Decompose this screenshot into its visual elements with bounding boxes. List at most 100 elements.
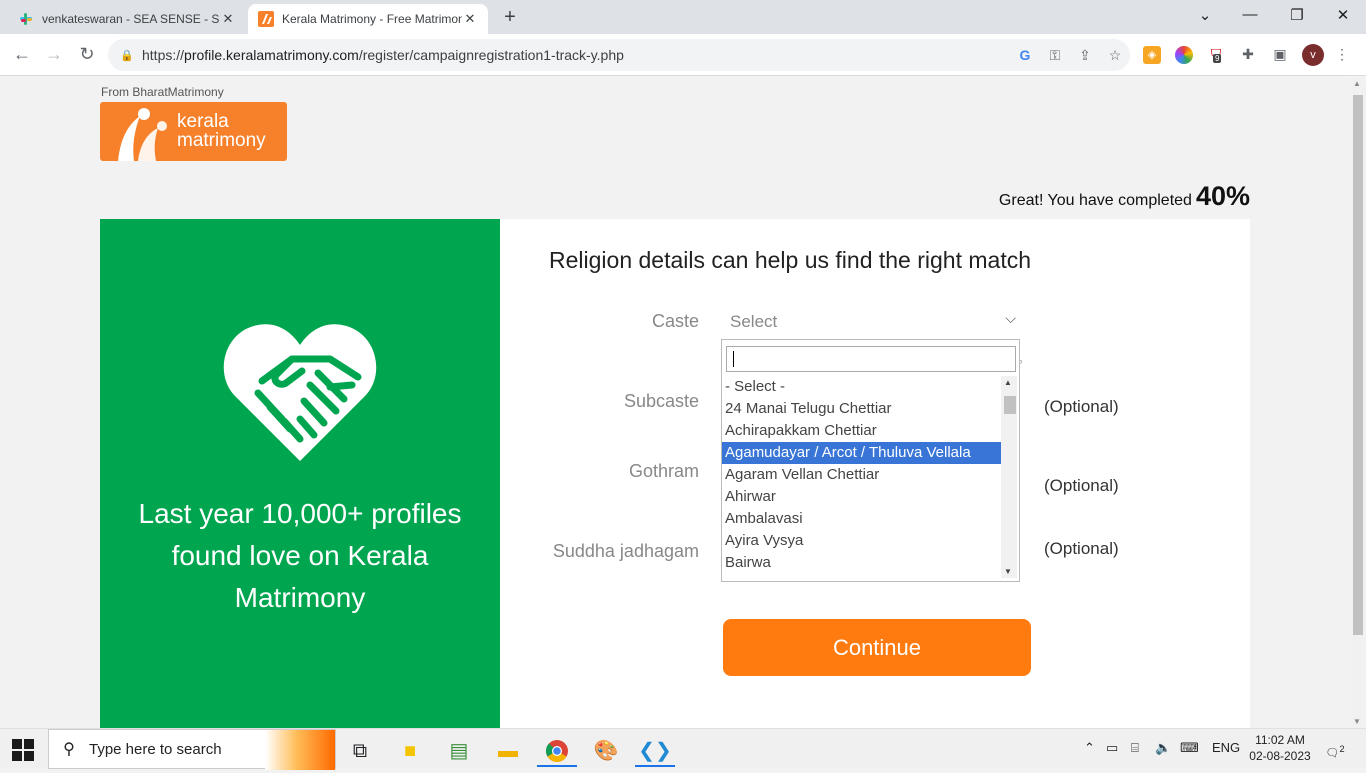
subcaste-label: Subcaste — [623, 391, 699, 411]
notification-center-icon[interactable]: 🗨2 — [1324, 739, 1346, 760]
continue-button[interactable]: Continue — [723, 619, 1031, 676]
promo-panel: Last year 10,000+ profiles found love on… — [100, 219, 500, 728]
tray-keyboard-icon[interactable]: ⌨ — [1180, 740, 1199, 756]
tray-language[interactable]: ENG — [1212, 740, 1240, 755]
page-scrollbar[interactable]: ▲ ▼ — [1350, 77, 1366, 728]
scroll-down-arrow-icon[interactable]: ▼ — [1004, 567, 1012, 576]
tray-battery-icon[interactable]: ▭ — [1106, 740, 1118, 756]
page-scroll-thumb[interactable] — [1353, 95, 1363, 635]
caste-search-input[interactable] — [726, 346, 1016, 372]
reload-icon[interactable]: ↻ — [76, 44, 98, 65]
profile-avatar[interactable]: v — [1302, 44, 1324, 66]
suddha-jadhagam-label: Suddha jadhagam — [552, 541, 699, 561]
taskbar-search-placeholder: Type here to search — [89, 740, 222, 758]
back-icon[interactable]: ← — [11, 44, 33, 65]
sticky-notes-icon[interactable]: ■ — [390, 735, 430, 767]
extensions-puzzle-icon[interactable]: ✚ — [1239, 46, 1257, 64]
forward-icon[interactable]: → — [43, 44, 65, 65]
dropdown-scrollbar[interactable]: ▲ ▼ — [1001, 376, 1017, 578]
taskbar-clock[interactable]: 11:02 AM 02-08-2023 — [1244, 732, 1316, 764]
subcaste-optional: (Optional) — [1044, 397, 1119, 416]
suddha-optional: (Optional) — [1044, 539, 1119, 558]
caste-option[interactable]: Achirapakkam Chettiar — [722, 420, 1002, 442]
extension-badge: 9 — [1213, 54, 1222, 63]
chrome-taskbar-icon[interactable] — [537, 735, 577, 767]
tab-close-icon[interactable]: ✕ — [220, 11, 236, 27]
scroll-up-arrow-icon[interactable]: ▲ — [1353, 79, 1361, 88]
close-window-icon[interactable]: ✕ — [1333, 6, 1353, 24]
bookmark-star-icon[interactable]: ☆ — [1100, 47, 1130, 64]
tab-slack[interactable]: venkateswaran - SEA SENSE - Slack ✕ — [8, 4, 246, 34]
side-panel-icon[interactable]: ▣ — [1271, 46, 1289, 64]
file-explorer-icon[interactable]: ▬ — [488, 735, 528, 767]
kerala-matrimony-logo[interactable]: kerala matrimony — [100, 102, 287, 161]
caste-option[interactable]: Bairwa — [722, 552, 1002, 574]
url-domain: profile.keralamatrimony.com — [184, 47, 359, 63]
tab-title: Kerala Matrimony - Free Matrimony — [282, 12, 462, 26]
task-view-icon[interactable]: ⧉ — [340, 735, 380, 767]
caste-select[interactable]: Select ⌵ — [722, 310, 1020, 334]
search-icon: ⚲ — [63, 741, 75, 758]
tab-kerala-matrimony[interactable]: Kerala Matrimony - Free Matrimony ✕ — [248, 4, 488, 34]
caste-option[interactable]: Ayira Vysya — [722, 530, 1002, 552]
google-icon[interactable]: G — [1010, 47, 1040, 63]
promo-message: Last year 10,000+ profiles found love on… — [138, 498, 462, 613]
tray-volume-icon[interactable]: 🔈 — [1155, 740, 1171, 756]
chevron-down-icon: ⌵ — [1005, 310, 1016, 326]
scroll-up-arrow-icon[interactable]: ▲ — [1004, 378, 1012, 387]
caste-label: Caste — [651, 311, 699, 331]
paint-icon[interactable]: 🎨 — [586, 735, 626, 767]
from-bharatmatrimony: From BharatMatrimony — [101, 85, 224, 99]
progress-text: Great! You have completed — [998, 192, 1192, 209]
logo-line-matrimony: matrimony — [177, 130, 266, 151]
notepad-plus-icon[interactable]: ▤ — [439, 735, 479, 767]
key-icon[interactable]: ⚿ — [1040, 47, 1070, 64]
caste-option[interactable]: - Select - — [722, 376, 1002, 398]
caste-option-highlighted[interactable]: Agamudayar / Arcot / Thuluva Vellala — [722, 442, 1002, 464]
scroll-down-arrow-icon[interactable]: ▼ — [1353, 717, 1361, 726]
vscode-icon[interactable]: ❮❯ — [635, 735, 675, 767]
menu-kebab-icon[interactable]: ⋮ — [1333, 46, 1351, 64]
extension-orange-icon[interactable]: ◈ — [1143, 46, 1161, 64]
caste-options-list: - Select - 24 Manai Telugu Chettiar Achi… — [722, 376, 1002, 574]
minimize-icon[interactable]: — — [1240, 6, 1260, 23]
browser-toolbar: ← → ↻ 🔒 https://profile.keralamatrimony.… — [0, 34, 1366, 76]
clock-date: 02-08-2023 — [1249, 749, 1311, 763]
new-tab-icon[interactable]: + — [498, 6, 522, 29]
caste-option[interactable]: Ahirwar — [722, 486, 1002, 508]
caste-option[interactable]: Agaram Vellan Chettiar — [722, 464, 1002, 486]
tray-chevron-up-icon[interactable]: ⌃ — [1084, 740, 1095, 756]
lock-icon: 🔒 — [120, 49, 134, 62]
tray-network-icon[interactable]: ⌸ — [1131, 740, 1139, 756]
caste-option[interactable]: Ambalavasi — [722, 508, 1002, 530]
tab-close-icon[interactable]: ✕ — [462, 11, 478, 27]
logo-text: kerala matrimony — [177, 112, 266, 150]
progress-percent: 40% — [1195, 181, 1250, 211]
caste-option[interactable]: 24 Manai Telugu Chettiar — [722, 398, 1002, 420]
search-highlight-graphic — [265, 730, 335, 770]
url-scheme: https:// — [142, 47, 185, 63]
notification-count: 2 — [1339, 744, 1345, 754]
color-picker-extension-icon[interactable] — [1175, 46, 1193, 64]
caste-dropdown: - Select - 24 Manai Telugu Chettiar Achi… — [721, 339, 1020, 582]
windows-taskbar: ⚲ Type here to search ⧉ ■ ▤ ▬ 🎨 ❮❯ ⌃ ▭ ⌸… — [0, 728, 1366, 770]
address-bar[interactable]: 🔒 https://profile.keralamatrimony.com/re… — [108, 39, 1130, 71]
restore-icon[interactable]: ❐ — [1287, 6, 1307, 24]
gothram-label: Gothram — [628, 461, 699, 481]
clock-time: 11:02 AM — [1255, 733, 1305, 747]
text-caret — [733, 351, 734, 367]
slack-icon — [20, 13, 32, 25]
dropdown-scroll-thumb[interactable] — [1004, 396, 1016, 414]
couple-logo-icon — [118, 108, 167, 161]
gothram-optional: (Optional) — [1044, 476, 1119, 495]
windows-start-icon[interactable] — [12, 739, 34, 761]
ublock-extension-icon[interactable]: ⛉9 — [1207, 46, 1225, 64]
tab-search-chevron-icon[interactable]: ⌄ — [1195, 6, 1215, 24]
logo-line-kerala: kerala — [177, 111, 229, 132]
taskbar-search-box[interactable]: ⚲ Type here to search — [48, 729, 336, 770]
share-icon[interactable]: ⇪ — [1070, 47, 1100, 64]
kerala-matrimony-favicon — [258, 11, 274, 27]
url-path: /register/campaignregistration1-track-y.… — [358, 47, 624, 63]
url-text[interactable]: https://profile.keralamatrimony.com/regi… — [142, 47, 1010, 63]
caste-select-value: Select — [730, 312, 778, 331]
